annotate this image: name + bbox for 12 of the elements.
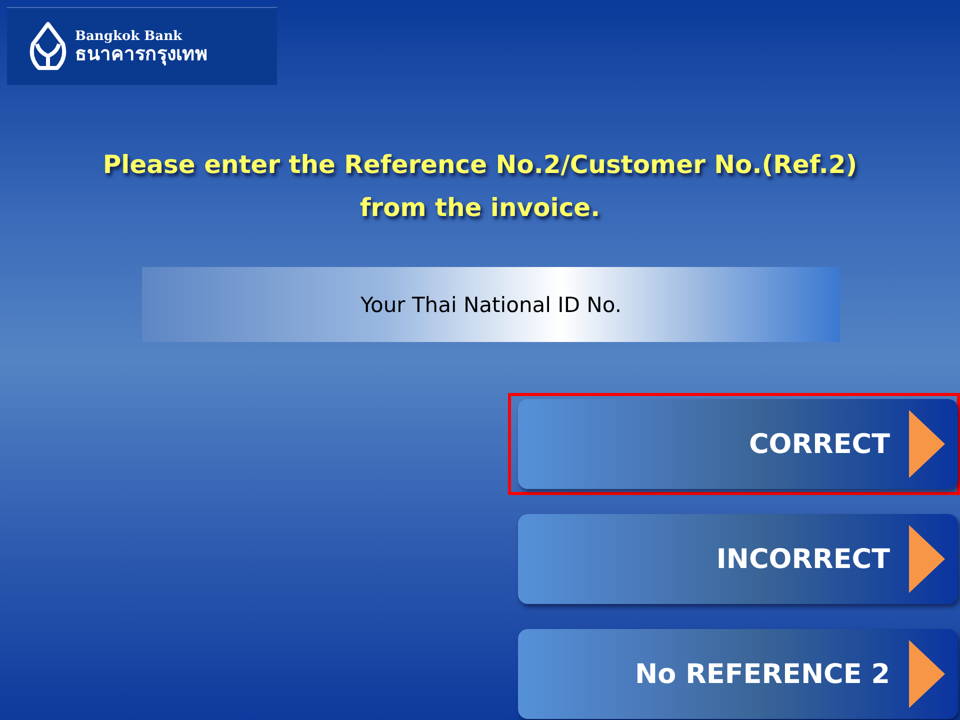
play-arrow-icon (908, 639, 946, 709)
option-button[interactable]: CORRECT (518, 399, 958, 489)
instruction-text: Please enter the Reference No.2/Customer No.(Ref.2) (102, 149, 858, 181)
play-arrow-icon (908, 409, 946, 479)
option-button[interactable]: No REFERENCE 2 (518, 629, 958, 719)
option-button[interactable]: INCORRECT (518, 514, 958, 604)
play-arrow-icon (908, 524, 946, 594)
bank-thai-name: ธนาคารกรุงเทพ (75, 44, 208, 64)
lotus-leaf-icon (29, 22, 67, 72)
reference-field[interactable]: Your Thai National ID No. (142, 267, 840, 342)
bank-name: Bangkok Bank (75, 28, 184, 44)
instruction-text: from the invoice. (360, 192, 600, 224)
